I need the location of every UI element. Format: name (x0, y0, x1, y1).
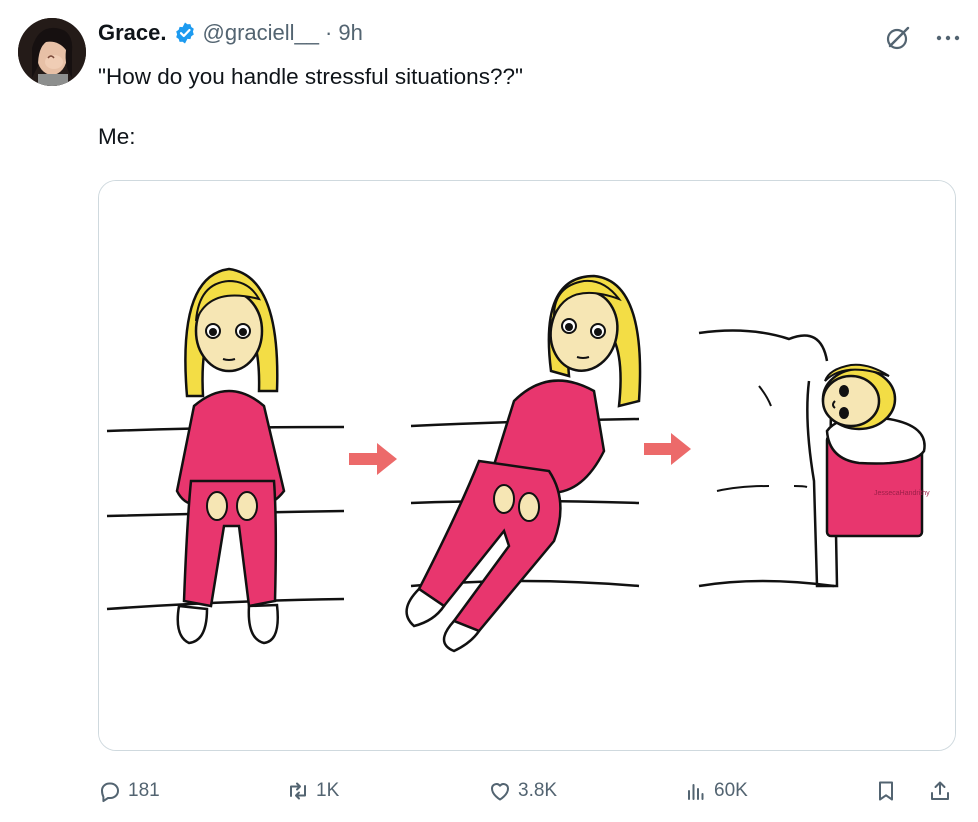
more-icon[interactable] (936, 34, 960, 42)
share-icon (931, 781, 949, 800)
retweet-count: 1K (316, 780, 340, 801)
share-button[interactable] (928, 770, 952, 812)
tweet-top-actions (884, 24, 960, 52)
tweet-header: Grace. @graciell__ · 9h (98, 20, 363, 46)
like-button[interactable]: 3.8K (488, 770, 557, 812)
author-name[interactable]: Grace. (98, 20, 167, 46)
bookmark-icon (879, 781, 893, 801)
verified-badge-icon (173, 21, 197, 45)
retweet-button[interactable]: 1K (286, 770, 339, 812)
meme-illustration: JessecaHandrithy (99, 181, 955, 750)
tweet-action-bar: 181 1K 3.8K 60K (98, 770, 958, 812)
post-time[interactable]: 9h (338, 20, 362, 46)
retweet-icon (290, 782, 306, 800)
bookmark-button[interactable] (874, 770, 898, 812)
views-button[interactable]: 60K (684, 770, 748, 812)
avatar-image (18, 18, 86, 86)
grok-icon[interactable] (884, 24, 912, 52)
watermark-text: JessecaHandrithy (874, 490, 930, 497)
reply-button[interactable]: 181 (98, 770, 160, 812)
reply-icon (101, 782, 119, 803)
author-handle[interactable]: @graciell__ (203, 20, 320, 46)
heart-icon (491, 783, 509, 801)
tweet-media[interactable]: JessecaHandrithy (98, 180, 956, 751)
reply-count: 181 (128, 780, 160, 801)
avatar[interactable] (18, 18, 86, 86)
views-icon (688, 784, 704, 800)
like-count: 3.8K (518, 780, 558, 801)
tweet-text: "How do you handle stressful situations?… (98, 64, 523, 149)
view-count: 60K (714, 780, 748, 801)
separator-dot: · (325, 20, 333, 45)
